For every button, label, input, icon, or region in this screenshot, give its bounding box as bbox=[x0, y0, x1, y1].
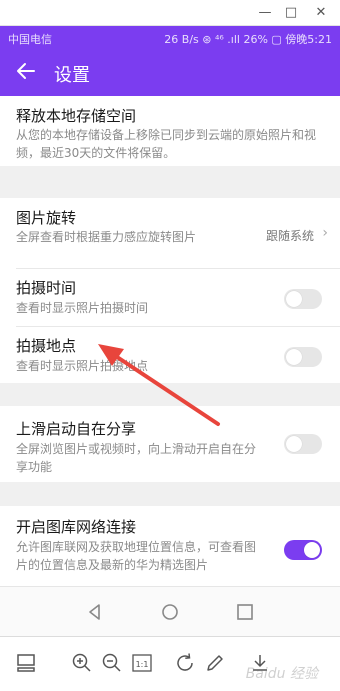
settings-section-storage: 释放本地存储空间 从您的本地存储设备上移除已同步到云端的原始照片和视频，最近30… bbox=[0, 96, 340, 166]
page-title: 设置 bbox=[54, 65, 90, 86]
setting-capture-time[interactable]: 拍摄时间 查看时显示照片拍摄时间 bbox=[0, 268, 340, 326]
capture-location-toggle[interactable] bbox=[284, 347, 322, 367]
maximize-icon[interactable]: □ bbox=[282, 4, 300, 22]
settings-section-share: 上滑启动自在分享 全屏浏览图片或视频时，向上滑动开启自在分享功能 bbox=[0, 406, 340, 482]
zoom-in-icon[interactable] bbox=[70, 651, 94, 675]
app-bar: 设置 bbox=[0, 50, 340, 96]
setting-title: 拍摄地点 bbox=[16, 337, 77, 355]
window-titlebar: — □ ✕ bbox=[0, 0, 340, 26]
rotation-value: 跟随系统 bbox=[265, 229, 314, 243]
back-arrow-icon[interactable] bbox=[14, 59, 38, 83]
settings-section-view: 图片旋转 全屏查看时根据重力感应旋转图片 跟随系统 › 拍摄时间 查看时显示照片… bbox=[0, 198, 340, 383]
setting-description: 允许图库联网及获取地理位置信息，可查看图片的位置信息及最新的华为精选图片 bbox=[16, 540, 257, 572]
status-indicators: 26 B/s ⊛ ⁴⁶ .ıll 26% ▢ 傍晚5:21 bbox=[164, 33, 332, 46]
setting-image-rotation[interactable]: 图片旋转 全屏查看时根据重力感应旋转图片 跟随系统 › bbox=[0, 198, 340, 268]
network-connection-toggle[interactable] bbox=[284, 540, 322, 560]
capture-time-toggle[interactable] bbox=[284, 289, 322, 309]
setting-description: 从您的本地存储设备上移除已同步到云端的原始照片和视频，最近30天的文件将保留。 bbox=[16, 128, 317, 160]
settings-list: 释放本地存储空间 从您的本地存储设备上移除已同步到云端的原始照片和视频，最近30… bbox=[0, 96, 340, 586]
setting-title: 图片旋转 bbox=[16, 209, 77, 227]
toggle-knob bbox=[286, 291, 302, 307]
navigation-bar bbox=[0, 586, 340, 636]
carrier-label: 中国电信 bbox=[8, 33, 52, 46]
setting-capture-location[interactable]: 拍摄地点 查看时显示照片拍摄地点 bbox=[0, 326, 340, 383]
home-circle-icon[interactable] bbox=[157, 599, 183, 625]
setting-title: 开启图库网络连接 bbox=[16, 518, 137, 536]
actual-size-label: 1:1 bbox=[136, 660, 149, 669]
close-icon[interactable]: ✕ bbox=[312, 4, 330, 22]
setting-description: 查看时显示照片拍摄地点 bbox=[16, 359, 149, 373]
setting-network-connection[interactable]: 开启图库网络连接 允许图库联网及获取地理位置信息，可查看图片的位置信息及最新的华… bbox=[0, 506, 340, 586]
chevron-right-icon: › bbox=[322, 225, 328, 241]
swipe-share-toggle[interactable] bbox=[284, 434, 322, 454]
minimize-icon[interactable]: — bbox=[256, 4, 274, 22]
recents-square-icon[interactable] bbox=[232, 599, 258, 625]
toggle-knob bbox=[286, 436, 302, 452]
setting-description: 查看时显示照片拍摄时间 bbox=[16, 301, 149, 315]
layout-icon[interactable] bbox=[14, 651, 38, 675]
baidu-watermark: Baidu 经验 bbox=[245, 666, 318, 682]
actual-size-icon[interactable]: 1:1 bbox=[130, 651, 154, 675]
setting-title: 上滑启动自在分享 bbox=[16, 420, 137, 438]
toggle-knob bbox=[286, 349, 302, 365]
setting-title: 拍摄时间 bbox=[16, 279, 77, 297]
setting-free-space[interactable]: 释放本地存储空间 从您的本地存储设备上移除已同步到云端的原始照片和视频，最近30… bbox=[0, 96, 340, 166]
settings-section-network: 开启图库网络连接 允许图库联网及获取地理位置信息，可查看图片的位置信息及最新的华… bbox=[0, 506, 340, 586]
setting-title: 释放本地存储空间 bbox=[16, 107, 137, 125]
back-triangle-icon[interactable] bbox=[82, 599, 108, 625]
zoom-out-icon[interactable] bbox=[100, 651, 124, 675]
viewer-toolbar: 1:1 Baidu 经验 bbox=[0, 636, 340, 691]
edit-icon[interactable] bbox=[203, 651, 227, 675]
status-bar: 中国电信 26 B/s ⊛ ⁴⁶ .ıll 26% ▢ 傍晚5:21 bbox=[0, 26, 340, 50]
setting-swipe-share[interactable]: 上滑启动自在分享 全屏浏览图片或视频时，向上滑动开启自在分享功能 bbox=[0, 406, 340, 482]
toggle-knob bbox=[304, 542, 320, 558]
rotate-icon[interactable] bbox=[173, 651, 197, 675]
setting-description: 全屏查看时根据重力感应旋转图片 bbox=[16, 230, 197, 244]
setting-description: 全屏浏览图片或视频时，向上滑动开启自在分享功能 bbox=[16, 442, 257, 474]
